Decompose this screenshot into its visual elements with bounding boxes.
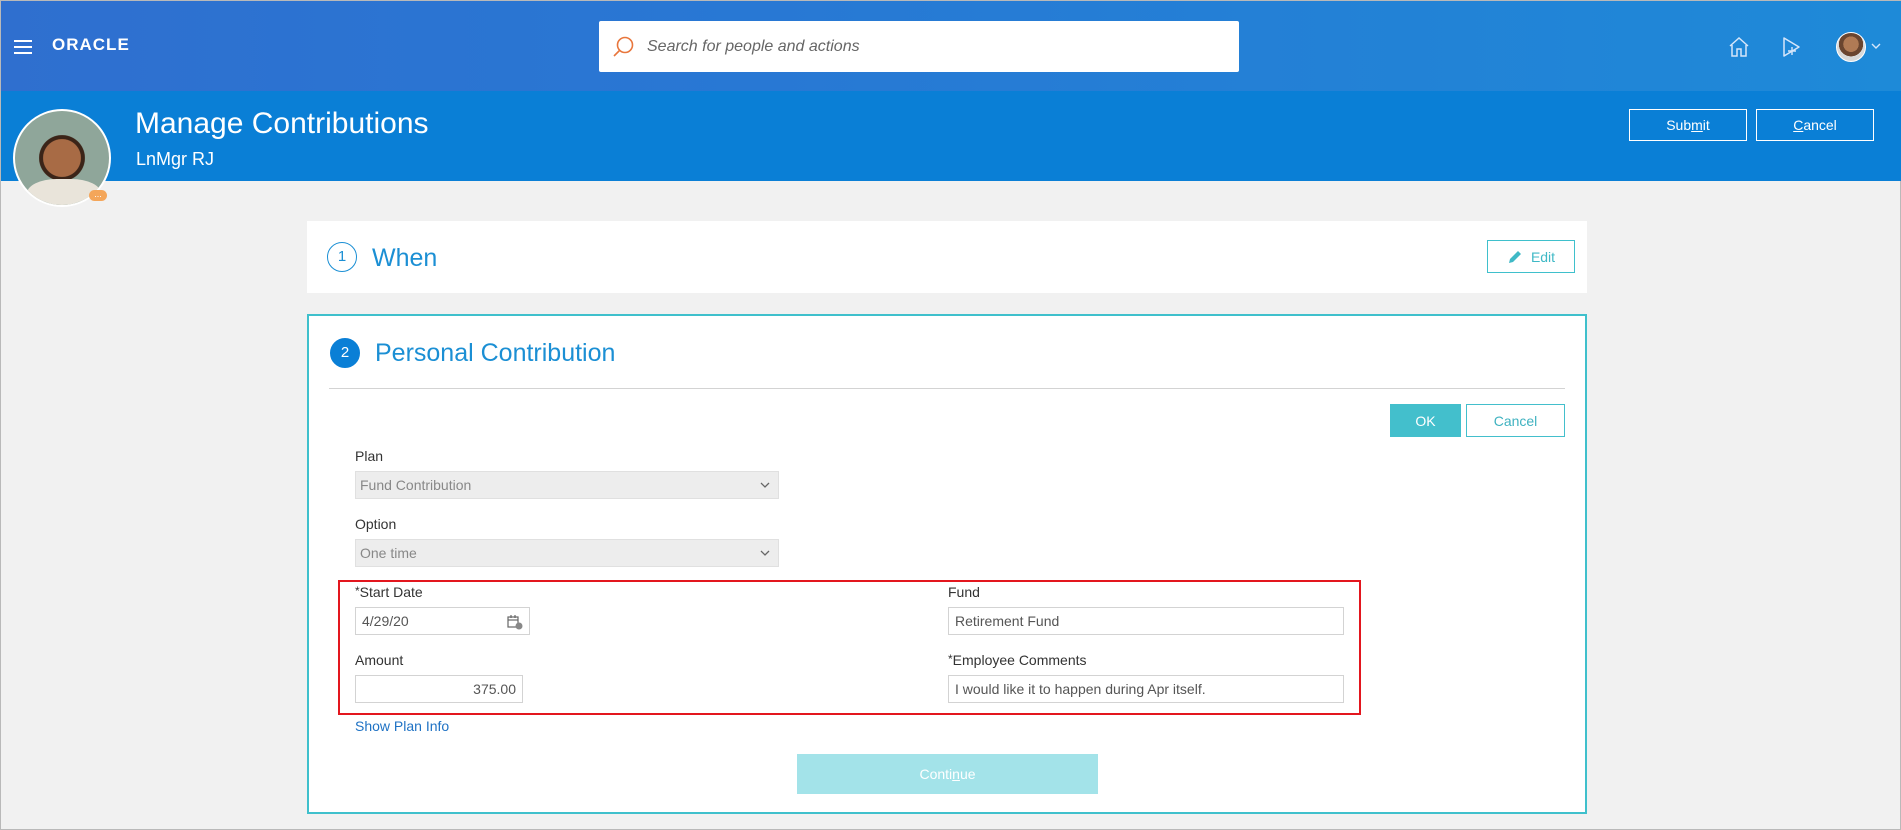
fund-field[interactable]: Retirement Fund — [948, 607, 1344, 635]
cancel-button[interactable]: Cancel — [1756, 109, 1874, 141]
search-input[interactable] — [647, 37, 1207, 56]
option-select: One time — [355, 539, 779, 567]
ok-button[interactable]: OK — [1390, 404, 1461, 437]
plan-select: Fund Contribution — [355, 471, 779, 499]
home-icon[interactable] — [1727, 35, 1751, 59]
submit-button[interactable]: Submit — [1629, 109, 1747, 141]
navigator-icon[interactable] — [1779, 35, 1803, 59]
chevron-down-icon — [760, 482, 770, 488]
search-box[interactable] — [599, 21, 1239, 72]
amount-field[interactable]: 375.00 — [355, 675, 523, 703]
chevron-down-icon — [760, 550, 770, 556]
avatar[interactable] — [1836, 32, 1866, 62]
start-date-value: 4/29/20 — [362, 613, 409, 629]
status-badge[interactable]: ... — [89, 190, 107, 201]
option-label: Option — [355, 516, 397, 532]
page-title: Manage Contributions — [135, 107, 429, 140]
chevron-down-icon[interactable] — [1871, 41, 1881, 51]
continue-button[interactable]: Continue — [797, 754, 1098, 794]
show-plan-info-link[interactable]: Show Plan Info — [355, 718, 449, 734]
fund-label: Fund — [948, 584, 980, 600]
option-value: One time — [360, 545, 417, 561]
search-icon — [613, 36, 634, 57]
step-number: 2 — [330, 338, 360, 368]
plan-label: Plan — [355, 448, 384, 464]
step-when-card: 1 When Edit — [307, 221, 1587, 293]
pencil-icon — [1508, 250, 1521, 263]
menu-icon[interactable] — [14, 40, 32, 54]
amount-label: Amount — [355, 652, 404, 668]
start-date-label: *Start Date — [355, 584, 423, 600]
start-date-field[interactable]: 4/29/20 — [355, 607, 530, 635]
step-title: When — [372, 244, 438, 272]
edit-label: Edit — [1530, 248, 1556, 265]
plan-value: Fund Contribution — [360, 477, 472, 493]
oracle-logo[interactable]: ORACLE — [52, 35, 130, 55]
top-bar: ORACLE — [1, 1, 1901, 91]
page-subtitle: LnMgr RJ — [136, 149, 215, 169]
divider — [329, 388, 1565, 389]
employee-comments-field[interactable]: I would like it to happen during Apr its… — [948, 675, 1344, 703]
step-number: 1 — [327, 242, 357, 272]
step-title: Personal Contribution — [375, 339, 616, 367]
step-contribution-card: 2 Personal Contribution OK Cancel Plan F… — [307, 314, 1587, 814]
edit-button[interactable]: Edit — [1487, 240, 1575, 273]
calendar-icon[interactable] — [507, 614, 523, 630]
cancel-step-button[interactable]: Cancel — [1466, 404, 1565, 437]
employee-comments-label: *Employee Comments — [948, 652, 1087, 668]
